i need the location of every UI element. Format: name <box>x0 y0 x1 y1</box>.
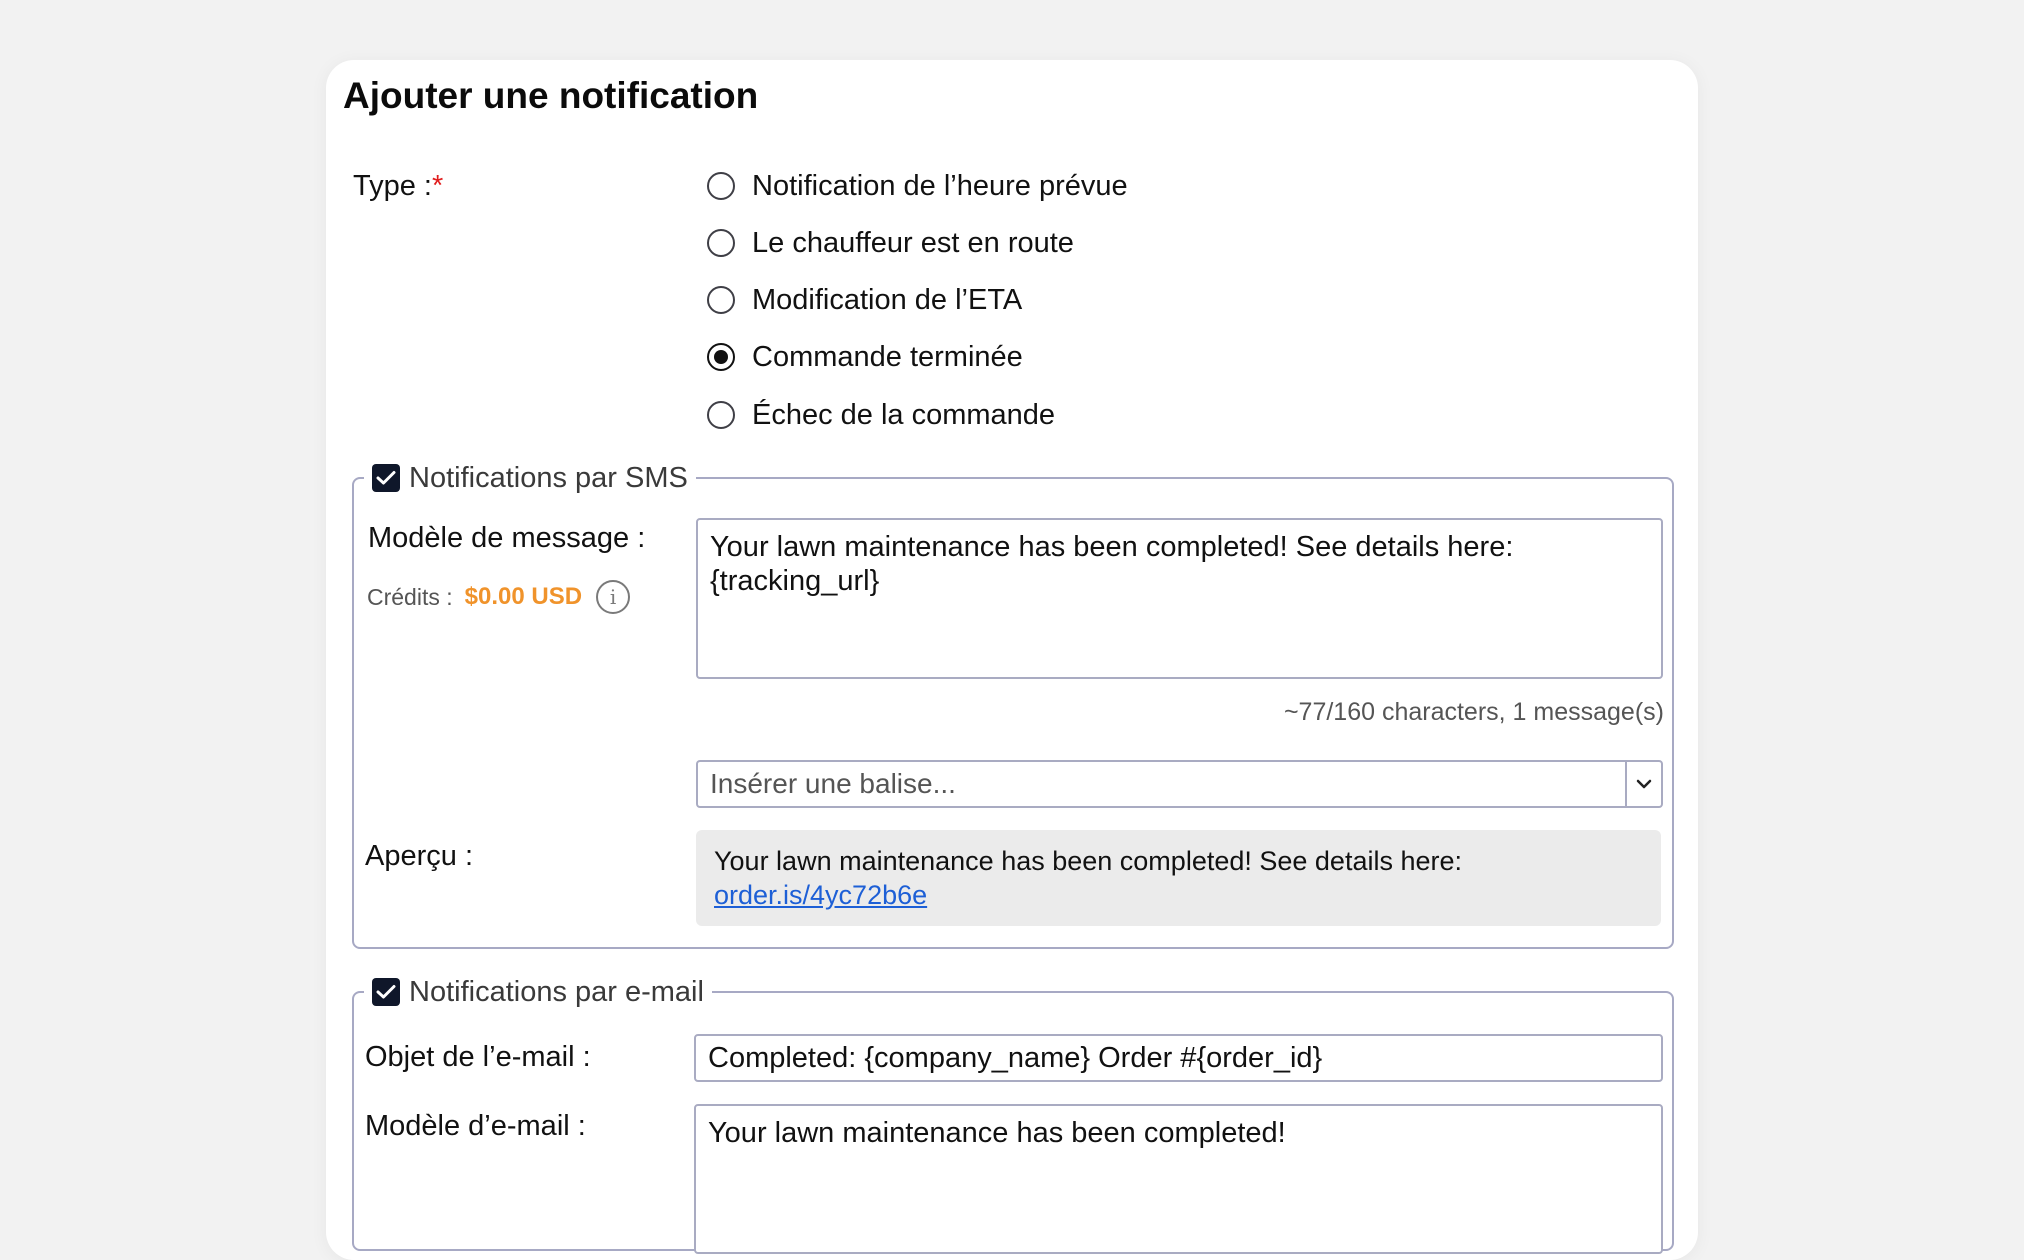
preview-tracking-link[interactable]: order.is/4yc72b6e <box>714 880 927 910</box>
radio-button-selected[interactable] <box>707 343 735 371</box>
radio-label: Échec de la commande <box>752 398 1056 431</box>
info-icon[interactable]: i <box>596 580 631 614</box>
email-subject-label: Objet de l’e-mail : <box>365 1041 591 1073</box>
radio-option-eta-change[interactable]: Modification de l’ETA <box>707 278 1022 322</box>
sms-template-textarea[interactable]: Your lawn maintenance has been completed… <box>696 518 1663 679</box>
checkmark-icon <box>376 471 396 485</box>
credits-label: Crédits : <box>367 583 453 610</box>
preview-text: Your lawn maintenance has been completed… <box>714 846 1462 876</box>
email-legend-text: Notifications par e-mail <box>409 975 704 1008</box>
credits-value: $0.00 USD <box>464 583 583 610</box>
radio-option-order-failed[interactable]: Échec de la commande <box>707 393 1055 437</box>
preview-label: Aperçu : <box>365 840 473 872</box>
radio-button[interactable] <box>707 401 735 429</box>
chevron-down-icon[interactable] <box>1625 762 1661 806</box>
sms-legend-text: Notifications par SMS <box>409 461 688 494</box>
email-template-label: Modèle d’e-mail : <box>365 1110 586 1142</box>
email-enabled-checkbox[interactable] <box>372 978 400 1006</box>
sms-enabled-checkbox[interactable] <box>372 464 400 492</box>
character-counter: ~77/160 characters, 1 message(s) <box>1283 698 1664 726</box>
radio-button[interactable] <box>707 286 735 314</box>
email-template-textarea[interactable]: Your lawn maintenance has been completed… <box>694 1104 1663 1254</box>
sms-legend: Notifications par SMS <box>364 458 696 498</box>
radio-button[interactable] <box>707 172 735 200</box>
insert-tag-placeholder: Insérer une balise... <box>710 768 956 799</box>
sms-preview: Your lawn maintenance has been completed… <box>696 830 1661 926</box>
credits-row: Crédits : $0.00 USD i <box>367 580 631 614</box>
email-legend: Notifications par e-mail <box>364 972 712 1012</box>
radio-label: Modification de l’ETA <box>752 283 1023 316</box>
message-template-label: Modèle de message : <box>368 522 646 554</box>
email-subject-input[interactable]: Completed: {company_name} Order #{order_… <box>694 1034 1663 1082</box>
type-label-text: Type : <box>353 170 432 202</box>
radio-label: Notification de l’heure prévue <box>752 169 1128 202</box>
radio-label: Commande terminée <box>752 340 1023 373</box>
radio-option-scheduled-time[interactable]: Notification de l’heure prévue <box>707 164 1128 208</box>
type-label: Type :* <box>353 166 443 206</box>
checkmark-icon <box>376 985 396 999</box>
required-asterisk: * <box>432 170 444 202</box>
page-title: Ajouter une notification <box>343 75 759 116</box>
radio-option-driver-en-route[interactable]: Le chauffeur est en route <box>707 221 1074 265</box>
radio-label: Le chauffeur est en route <box>752 226 1074 259</box>
radio-button[interactable] <box>707 229 735 257</box>
insert-tag-select[interactable]: Insérer une balise... <box>696 760 1663 808</box>
radio-option-order-completed[interactable]: Commande terminée <box>707 335 1023 379</box>
